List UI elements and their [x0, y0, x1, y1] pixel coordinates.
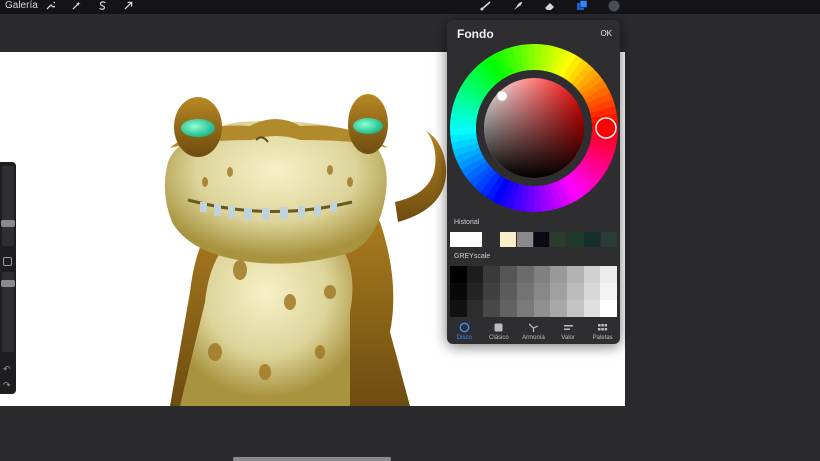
- greyscale-swatch[interactable]: [483, 266, 501, 283]
- tab-valor[interactable]: Valor: [551, 320, 586, 344]
- tab-armonía[interactable]: Armonía: [516, 320, 551, 344]
- selection-s-icon[interactable]: [96, 0, 108, 11]
- color-mode-tabs: Disco Clásico Armonía Valor Paletas: [447, 320, 620, 344]
- greyscale-swatch[interactable]: [533, 266, 551, 283]
- opacity-thumb[interactable]: [1, 280, 15, 287]
- history-label: Historial: [454, 219, 480, 226]
- greyscale-swatch[interactable]: [533, 300, 551, 317]
- greyscale-swatch[interactable]: [450, 283, 467, 300]
- greyscale-swatch[interactable]: [516, 283, 534, 300]
- history-swatch[interactable]: [499, 232, 516, 247]
- greyscale-swatch[interactable]: [550, 266, 567, 283]
- disc-icon: [459, 322, 470, 333]
- saturation-picker[interactable]: [496, 90, 508, 102]
- greyscale-swatch[interactable]: [500, 266, 517, 283]
- history-swatch[interactable]: [450, 232, 482, 247]
- tab-label: Paletas: [592, 335, 613, 341]
- history-swatch[interactable]: [550, 232, 567, 247]
- history-swatch[interactable]: [584, 232, 601, 247]
- greyscale-swatch[interactable]: [583, 300, 601, 317]
- history-swatch[interactable]: [533, 232, 550, 247]
- smudge-icon[interactable]: [510, 0, 526, 11]
- tab-clásico[interactable]: Clásico: [482, 320, 517, 344]
- greyscale-swatch[interactable]: [583, 266, 601, 283]
- history-swatch[interactable]: [601, 232, 618, 247]
- layers-icon[interactable]: [574, 0, 590, 11]
- modify-button[interactable]: [3, 257, 12, 266]
- history-swatch[interactable]: [567, 232, 584, 247]
- tab-label: Clásico: [489, 335, 509, 341]
- brush-size-slider[interactable]: [2, 166, 14, 246]
- greyscale-swatch[interactable]: [466, 300, 484, 317]
- tab-paletas[interactable]: Paletas: [585, 320, 620, 344]
- greyscale-swatch[interactable]: [550, 283, 567, 300]
- ok-button[interactable]: OK: [600, 29, 612, 38]
- greyscale-swatch[interactable]: [600, 300, 617, 317]
- tab-label: Armonía: [522, 335, 545, 341]
- greyscale-label: GREYscale: [454, 253, 491, 260]
- undo-icon[interactable]: ↶: [3, 364, 11, 374]
- color-panel: Fondo OK Historial GREYscale Disco Clási…: [447, 20, 620, 344]
- history-swatches: [450, 232, 618, 247]
- greyscale-swatch[interactable]: [450, 266, 467, 283]
- brush-size-thumb[interactable]: [1, 220, 15, 227]
- home-indicator: [233, 457, 391, 461]
- palettes-grid-icon: [597, 322, 608, 333]
- greyscale-swatch[interactable]: [533, 283, 551, 300]
- greyscale-swatch[interactable]: [483, 300, 501, 317]
- color-dot-icon[interactable]: [606, 0, 622, 11]
- greyscale-swatch[interactable]: [566, 300, 584, 317]
- brush-icon[interactable]: [478, 0, 494, 11]
- greyscale-swatch[interactable]: [500, 283, 517, 300]
- magic-wand-icon[interactable]: [70, 0, 82, 11]
- greyscale-palette: [450, 266, 617, 317]
- greyscale-swatch[interactable]: [583, 283, 601, 300]
- harmony-icon: [528, 322, 539, 333]
- arrow-cursor-icon[interactable]: [122, 0, 134, 11]
- tab-label: Valor: [561, 335, 575, 341]
- tab-disco[interactable]: Disco: [447, 320, 482, 344]
- procreate-app: Galería ↶ ↷ Fondo OK Historial GREYscale…: [0, 0, 820, 461]
- hue-picker[interactable]: [595, 117, 617, 139]
- history-swatch[interactable]: [516, 232, 533, 247]
- greyscale-swatch[interactable]: [566, 266, 584, 283]
- greyscale-swatch[interactable]: [466, 266, 484, 283]
- greyscale-swatch[interactable]: [516, 266, 534, 283]
- color-disc[interactable]: [450, 44, 618, 212]
- top-toolbar: Galería: [0, 0, 820, 14]
- gallery-button[interactable]: Galería: [5, 0, 38, 11]
- redo-icon[interactable]: ↷: [3, 380, 11, 390]
- greyscale-swatch[interactable]: [600, 266, 617, 283]
- greyscale-swatch[interactable]: [466, 283, 484, 300]
- greyscale-swatch[interactable]: [600, 283, 617, 300]
- panel-title: Fondo: [457, 27, 494, 41]
- eraser-icon[interactable]: [542, 0, 558, 11]
- greyscale-swatch[interactable]: [500, 300, 517, 317]
- greyscale-swatch[interactable]: [516, 300, 534, 317]
- greyscale-swatch[interactable]: [483, 283, 501, 300]
- greyscale-swatch[interactable]: [450, 300, 467, 317]
- history-swatch[interactable]: [482, 232, 499, 247]
- brush-sidebar: ↶ ↷: [0, 162, 16, 394]
- greyscale-swatch[interactable]: [550, 300, 567, 317]
- tab-label: Disco: [456, 335, 472, 341]
- square-icon: [493, 322, 504, 333]
- greyscale-swatch[interactable]: [566, 283, 584, 300]
- wrench-icon[interactable]: [44, 0, 56, 11]
- value-sliders-icon: [563, 322, 574, 333]
